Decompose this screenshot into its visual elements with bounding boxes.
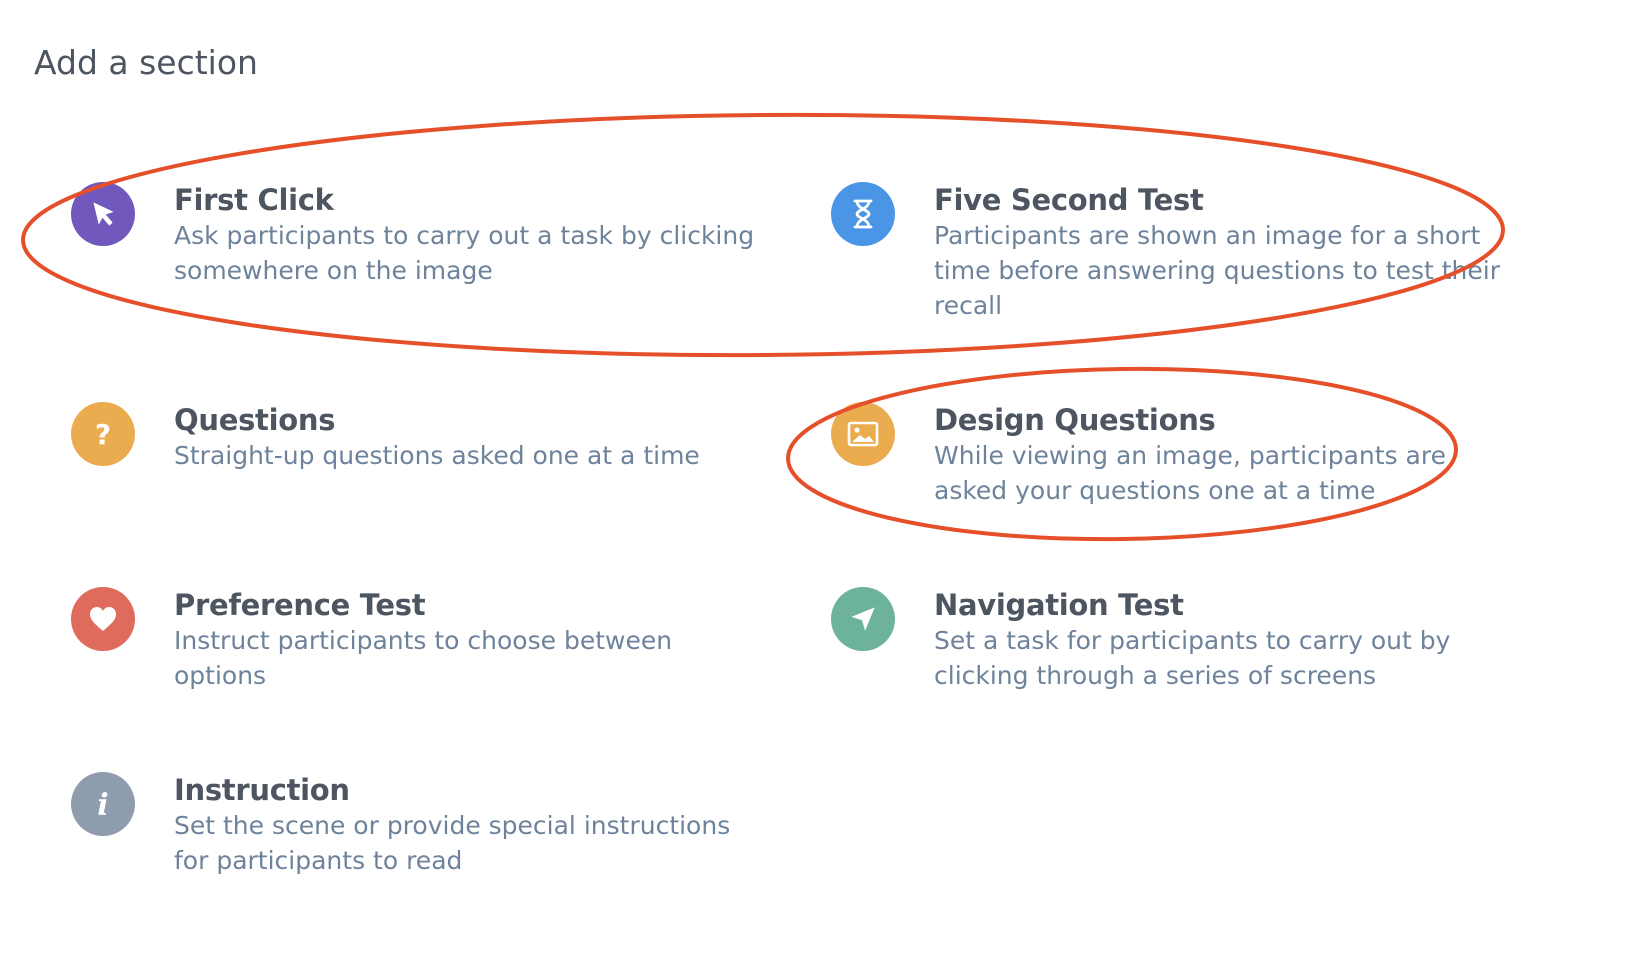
section-description: Straight-up questions asked one at a tim… bbox=[174, 441, 700, 470]
info-icon: i bbox=[71, 772, 135, 836]
section-description: While viewing an image, participants are… bbox=[934, 441, 1446, 505]
section-title: Five Second Test bbox=[934, 183, 1204, 217]
section-option-design-questions[interactable]: Design Questions While viewing an image,… bbox=[831, 400, 1531, 510]
section-option-five-second-test[interactable]: Five Second Test Participants are shown … bbox=[831, 180, 1531, 325]
section-title: Design Questions bbox=[934, 403, 1216, 437]
section-title: Instruction bbox=[174, 773, 350, 807]
section-description: Instruct participants to choose between … bbox=[174, 626, 673, 690]
svg-text:?: ? bbox=[95, 418, 111, 450]
section-option-questions[interactable]: ? Questions Straight-up questions asked … bbox=[71, 400, 771, 480]
question-mark-icon: ? bbox=[71, 402, 135, 466]
navigation-arrow-icon bbox=[831, 587, 895, 651]
section-description: Set a task for participants to carry out… bbox=[934, 626, 1451, 690]
cursor-arrow-icon bbox=[71, 182, 135, 246]
section-title: Preference Test bbox=[174, 588, 426, 622]
page-title: Add a section bbox=[34, 43, 258, 82]
section-title: Navigation Test bbox=[934, 588, 1184, 622]
section-title: First Click bbox=[174, 183, 334, 217]
section-option-preference-test[interactable]: Preference Test Instruct participants to… bbox=[71, 585, 771, 695]
hourglass-icon bbox=[831, 182, 895, 246]
section-option-first-click[interactable]: First Click Ask participants to carry ou… bbox=[71, 180, 771, 300]
image-icon bbox=[831, 402, 895, 466]
section-description: Set the scene or provide special instruc… bbox=[174, 811, 731, 875]
section-option-instruction[interactable]: i Instruction Set the scene or provide s… bbox=[71, 770, 771, 880]
section-title: Questions bbox=[174, 403, 336, 437]
section-description: Ask participants to carry out a task by … bbox=[174, 221, 755, 285]
heart-icon bbox=[71, 587, 135, 651]
section-description: Participants are shown an image for a sh… bbox=[934, 221, 1500, 320]
section-option-navigation-test[interactable]: Navigation Test Set a task for participa… bbox=[831, 585, 1531, 695]
svg-text:i: i bbox=[97, 788, 108, 821]
